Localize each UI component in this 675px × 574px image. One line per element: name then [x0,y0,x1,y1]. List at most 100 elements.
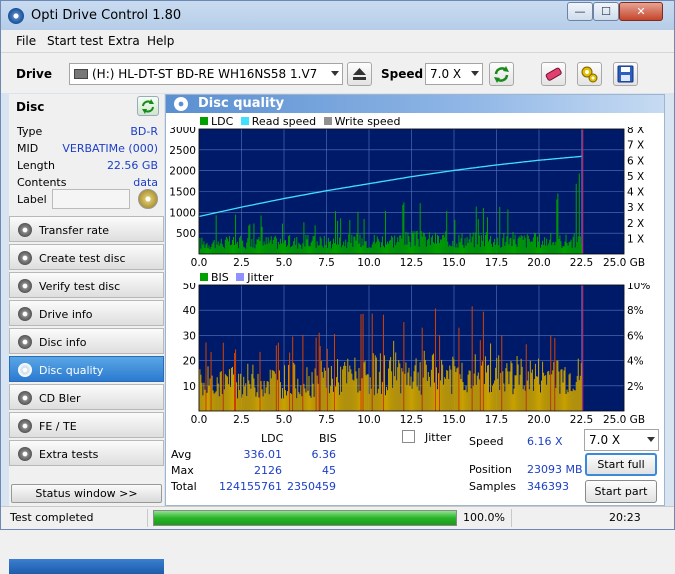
data-bar [411,231,413,254]
test-speed-select[interactable]: 7.0 X [584,429,659,451]
jitter-swatch [236,273,245,281]
data-bar [316,375,318,411]
data-bar [505,241,507,254]
minimize-button[interactable]: — [567,2,593,21]
data-bar [550,233,552,254]
x-tick-label: 12.5 [400,414,423,426]
title-bar[interactable]: Opti Drive Control 1.80 — ☐ ✕ [1,1,674,30]
nav-item-drive-info[interactable]: Drive info [9,300,164,326]
nav-item-cd-bler[interactable]: CD Bler [9,384,164,410]
data-bar [534,233,536,254]
ldc-swatch [200,117,208,125]
data-bar [468,239,470,254]
data-bar [203,382,205,411]
menu-start-test[interactable]: Start test [47,34,103,48]
refresh-disc-button[interactable] [137,96,159,116]
data-bar [274,373,276,411]
data-bar [455,247,457,254]
data-bar [215,215,217,254]
nav-item-disc-info[interactable]: Disc info [9,328,164,354]
settings-button[interactable] [577,62,602,86]
data-bar [233,236,235,254]
data-bar [504,245,506,254]
stats-max-ldc: 2126 [254,464,282,477]
nav-item-transfer-rate[interactable]: Transfer rate [9,216,164,242]
nav-item-disc-quality[interactable]: Disc quality [9,356,164,382]
close-button[interactable]: ✕ [619,2,663,21]
menu-help[interactable]: Help [147,34,174,48]
nav-item-extra-tests[interactable]: Extra tests [9,440,164,466]
data-bar [394,235,396,254]
data-bar [405,231,407,254]
disc-info-label-contents: Contents [17,176,67,189]
data-bar [569,241,571,254]
refresh-speed-button[interactable] [489,62,514,86]
data-bar [491,243,493,254]
data-bar [343,241,345,254]
data-bar [215,391,217,411]
jitter-checkbox[interactable] [402,430,415,443]
maximize-button[interactable]: ☐ [593,2,619,21]
x-tick-label: 5.0 [276,257,293,269]
data-bar [259,351,261,411]
data-bar [238,248,240,254]
data-bar [391,371,393,411]
data-bar [404,373,406,411]
data-bar [564,241,566,254]
data-bar [373,234,375,254]
y2-tick-label: 4% [627,356,644,368]
data-bar [529,242,531,254]
data-bar [290,393,292,411]
start-full-button[interactable]: Start full [585,453,657,476]
disc-label-field[interactable] [52,189,130,209]
data-bar [450,369,452,411]
data-bar [315,247,317,254]
data-bar [389,360,391,411]
nav-item-label: Create test disc [39,252,126,265]
data-bar [396,380,398,411]
data-bar [343,365,345,411]
x-tick-label: 2.5 [233,257,250,269]
eject-button[interactable] [347,62,372,86]
speed-select[interactable]: 7.0 X [425,63,483,85]
data-bar [254,248,256,254]
disc-icon [18,391,32,405]
data-bar [296,237,298,254]
data-bar [217,241,219,254]
data-bar [260,215,262,254]
nav-item-fe-te[interactable]: FE / TE [9,412,164,438]
drive-select[interactable]: (H:) HL-DT-ST BD-RE WH16NS58 1.V7 [69,63,343,85]
menu-extra[interactable]: Extra [108,34,140,48]
data-bar [376,393,378,411]
data-bar [467,243,469,254]
data-bar [354,236,356,254]
disc-info-value-contents: data [133,176,158,189]
data-bar [355,371,357,411]
data-bar [483,246,485,254]
data-bar [352,246,354,254]
menu-file[interactable]: File [16,34,36,48]
start-part-button[interactable]: Start part [585,480,657,503]
status-window-button[interactable]: Status window >> [11,484,162,503]
erase-button[interactable] [541,62,566,86]
statusbar-divider [511,509,512,527]
data-bar [310,242,312,254]
nav-item-create-test-disc[interactable]: Create test disc [9,244,164,270]
nav-item-verify-test-disc[interactable]: Verify test disc [9,272,164,298]
data-bar [489,392,491,411]
speed-label: Speed [381,67,424,81]
data-bar [401,368,403,411]
data-bar [308,376,310,411]
save-button[interactable] [613,62,638,86]
disc-label-icon[interactable] [138,189,158,209]
statusbar-divider [147,509,148,527]
x-tick-label: 25.0 GB [603,414,645,426]
data-bar [403,322,405,411]
data-bar [567,392,569,411]
data-bar [423,350,425,411]
data-bar [491,392,493,411]
data-bar [394,376,396,411]
data-bar [214,248,216,254]
progress-bar [153,510,457,526]
data-bar [428,232,430,254]
